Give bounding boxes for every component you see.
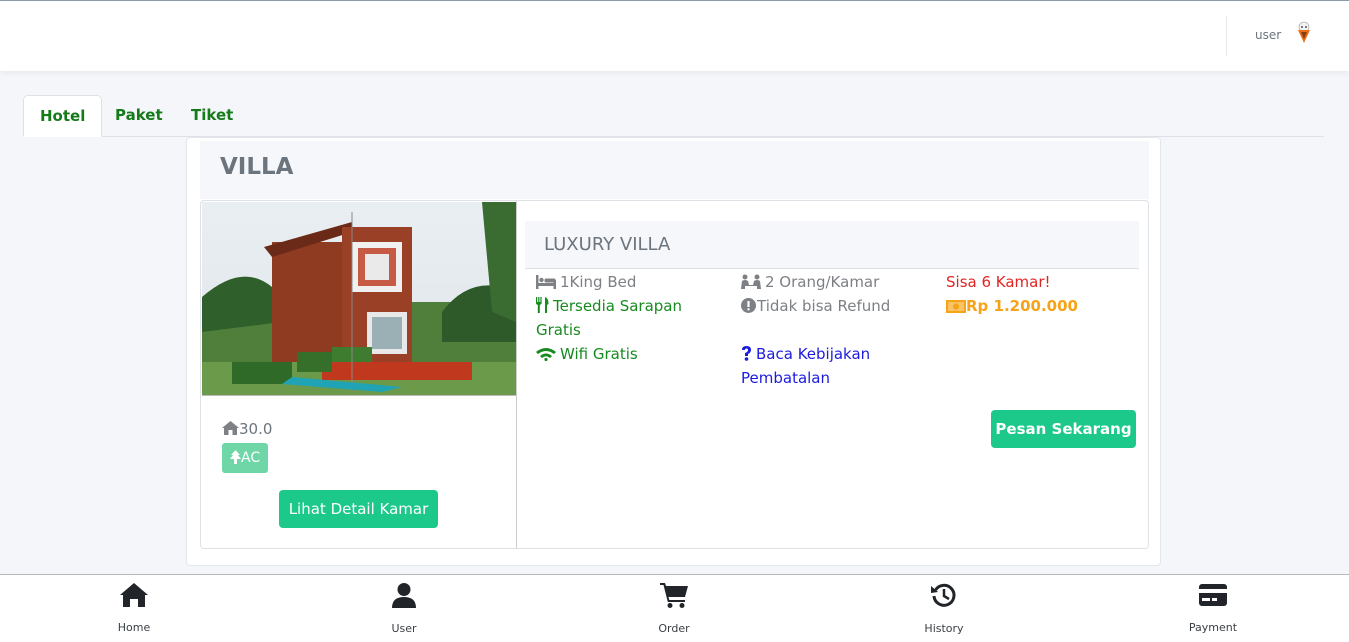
wifi-info: Wifi Gratis [536, 342, 726, 366]
wifi-icon [536, 348, 556, 362]
user-avatar-icon[interactable] [1293, 21, 1315, 45]
price-label: Rp 1.200.000 [966, 297, 1078, 315]
username-label[interactable]: user [1255, 28, 1281, 42]
facility-badge: AC [222, 443, 269, 473]
wifi-label: Wifi Gratis [560, 345, 638, 363]
nav-user-label: User [391, 622, 417, 635]
category-header: VILLA [200, 141, 1149, 199]
bed-label: 1King Bed [560, 273, 637, 291]
people-icon [741, 274, 761, 289]
price-info: Rp 1.200.000 [946, 294, 1141, 318]
nav-order-label: Order [658, 622, 690, 635]
view-room-detail-button[interactable]: Lihat Detail Kamar [279, 490, 438, 528]
breakfast-info: Tersedia Sarapan Gratis [536, 294, 726, 342]
tab-tiket[interactable]: Tiket [175, 95, 249, 137]
room-photo [202, 202, 516, 396]
refund-label: Tidak bisa Refund [757, 297, 891, 315]
bed-icon [536, 275, 556, 289]
nav-history[interactable]: History [884, 583, 1004, 635]
nav-order[interactable]: Order [614, 583, 734, 635]
cart-icon [660, 583, 688, 608]
question-icon [742, 346, 751, 361]
exclamation-circle-icon [741, 298, 756, 313]
nav-payment-label: Payment [1188, 621, 1238, 634]
credit-card-icon [1199, 584, 1227, 606]
nav-payment[interactable]: Payment [1153, 583, 1273, 634]
facility-badge-label: AC [241, 450, 261, 466]
ac-icon [230, 450, 241, 464]
nav-user[interactable]: User [344, 583, 464, 635]
category-title: VILLA [220, 154, 294, 180]
history-icon [931, 583, 956, 607]
cancellation-policy-link[interactable]: Baca Kebijakan Pembatalan [741, 342, 916, 390]
top-navbar: user [0, 0, 1349, 71]
room-size-value: 30.0 [239, 420, 273, 438]
user-icon [392, 583, 416, 608]
room-name: LUXURY VILLA [544, 234, 671, 255]
home-icon [120, 583, 148, 607]
availability-text: Sisa 6 Kamar! [946, 273, 1051, 291]
cancellation-policy-label[interactable]: Baca Kebijakan Pembatalan [741, 345, 870, 387]
navbar-divider [1226, 16, 1227, 56]
nav-home-label: Home [117, 621, 151, 634]
category-tabs: Hotel Paket Tiket [23, 95, 1324, 137]
nav-home[interactable]: Home [74, 583, 194, 634]
money-bill-icon [946, 300, 966, 313]
tab-paket[interactable]: Paket [99, 95, 179, 137]
hotel-category-card: VILLA 30.0 AC Lihat Detail Kamar LUXURY … [186, 137, 1161, 566]
bed-info: 1King Bed [536, 270, 726, 294]
breakfast-label: Tersedia Sarapan Gratis [536, 297, 682, 339]
refund-info: Tidak bisa Refund [741, 294, 936, 318]
occupancy-label: 2 Orang/Kamar [765, 273, 880, 291]
room-header: LUXURY VILLA [525, 221, 1139, 269]
bottom-navigation: Home User Order History Payment [0, 574, 1349, 642]
utensils-icon [536, 297, 549, 313]
occupancy-info: 2 Orang/Kamar [741, 270, 936, 294]
room-card: 30.0 AC Lihat Detail Kamar LUXURY VILLA … [200, 200, 1149, 549]
room-summary: 30.0 AC Lihat Detail Kamar [201, 201, 517, 548]
tab-hotel[interactable]: Hotel [23, 95, 103, 137]
nav-history-label: History [924, 622, 964, 635]
home-icon [222, 421, 239, 435]
room-size: 30.0 [222, 420, 272, 438]
order-now-button[interactable]: Pesan Sekarang [991, 410, 1136, 448]
